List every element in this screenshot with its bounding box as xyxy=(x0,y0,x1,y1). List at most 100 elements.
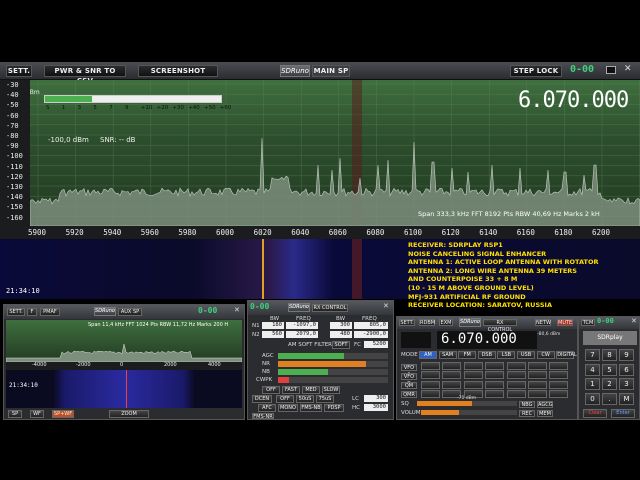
soft-button[interactable]: SOFT xyxy=(332,341,350,349)
filter-preset-button[interactable] xyxy=(485,390,505,399)
notch2-freq[interactable]: 2079,0 xyxy=(286,331,318,338)
mem-button[interactable]: MEM xyxy=(537,410,553,417)
filter-preset-button[interactable] xyxy=(463,380,483,389)
filter-preset-button[interactable] xyxy=(528,371,547,380)
mode-button[interactable]: DSB xyxy=(477,351,496,359)
aux-spwf-button[interactable]: SP+WF xyxy=(52,410,74,418)
screenshot-button[interactable]: SCREENSHOT xyxy=(138,65,218,77)
minimize-icon[interactable] xyxy=(606,66,616,74)
filter-preset-button[interactable] xyxy=(442,380,462,389)
aux-pmaf-button[interactable]: PMAF xyxy=(40,308,60,316)
aux-zoom-control[interactable]: ZOOM xyxy=(109,410,149,418)
fmsnb-button[interactable]: FMS-NB xyxy=(300,404,322,412)
afc-button[interactable]: AFC xyxy=(258,404,276,412)
notch2-freq-2[interactable]: -2900,0 xyxy=(354,331,388,338)
vfob-button[interactable]: VFO B xyxy=(401,373,417,387)
filter-preset-button[interactable] xyxy=(528,362,547,370)
aux-waterfall[interactable]: 21:34:10 xyxy=(6,370,242,408)
mode-button[interactable]: AM xyxy=(419,351,437,359)
filter-preset-button[interactable] xyxy=(421,362,440,370)
notch1-bw[interactable]: 180 xyxy=(262,322,284,329)
mode-button[interactable]: LSB xyxy=(497,351,516,359)
filter-preset-button[interactable] xyxy=(506,390,526,399)
keypad-key[interactable]: 5 xyxy=(602,363,617,376)
volume-slider[interactable] xyxy=(421,410,517,415)
filter-preset-button[interactable] xyxy=(442,362,462,370)
netw-button[interactable]: NETW xyxy=(535,319,551,326)
filter-preset-button[interactable] xyxy=(506,380,526,389)
keypad-key[interactable]: 8 xyxy=(602,349,617,361)
keypad-key[interactable]: 1 xyxy=(585,378,600,390)
notch1-bw-2[interactable]: 300 xyxy=(330,322,352,329)
filter-preset-button[interactable] xyxy=(463,371,483,380)
filter-preset-button[interactable] xyxy=(485,362,505,370)
filter-preset-button[interactable] xyxy=(549,371,569,380)
main-frequency-display[interactable]: 6.070.000 xyxy=(518,88,629,113)
keypad-key[interactable]: . xyxy=(602,392,617,405)
settings-button[interactable]: SETT. xyxy=(6,65,32,77)
spectrum-display[interactable]: dBm S 1 3 5 7 9 +10 +20 +30 +40 +50 +60 -100,0 dBm … xyxy=(0,80,640,226)
nbg-button[interactable]: NBG xyxy=(519,401,535,408)
keypad-key[interactable]: 3 xyxy=(619,378,634,390)
rsp-frequency-display[interactable]: 6.070.000 xyxy=(437,331,537,349)
aux-wf-button[interactable]: WF xyxy=(30,410,44,418)
filter-preset-button[interactable] xyxy=(549,380,569,389)
filter-preset-button[interactable] xyxy=(549,390,569,399)
rsp-settings-button[interactable]: SETT. xyxy=(399,319,415,326)
hc-value[interactable]: 3000 xyxy=(364,404,388,411)
agc-med-button[interactable]: MED xyxy=(302,386,320,394)
exm-button[interactable]: EXM xyxy=(439,319,453,326)
agc-slider[interactable] xyxy=(278,353,388,359)
agc-off-button[interactable]: OFF xyxy=(262,386,280,394)
nb-slider[interactable] xyxy=(278,369,388,375)
keypad-key[interactable]: 9 xyxy=(619,349,634,361)
filter-preset-button[interactable] xyxy=(485,380,505,389)
keypad-key[interactable]: 4 xyxy=(585,363,600,376)
filter-preset-button[interactable] xyxy=(463,362,483,370)
deemph-off-button[interactable]: OFF xyxy=(276,395,294,403)
dcen-button[interactable]: DCEN xyxy=(252,395,272,403)
lc-value[interactable]: 300 xyxy=(364,395,388,402)
keypad-key[interactable]: 6 xyxy=(619,363,634,376)
keypad-key[interactable]: 0 xyxy=(585,392,600,405)
qmr-button[interactable]: QMR xyxy=(401,391,417,398)
notch2-bw-2[interactable]: 480 xyxy=(330,331,352,338)
filter-preset-button[interactable] xyxy=(421,380,440,389)
keypad-key[interactable]: M xyxy=(619,392,634,405)
deemph-50-button[interactable]: 50uS xyxy=(296,395,314,403)
nr-slider[interactable] xyxy=(278,361,388,367)
filter-preset-button[interactable] xyxy=(421,390,440,399)
mode-button[interactable]: FM xyxy=(458,351,477,359)
filter-preset-button[interactable] xyxy=(506,362,526,370)
step-lock-button[interactable]: STEP LOCK xyxy=(510,65,562,77)
filter-preset-button[interactable] xyxy=(549,362,569,370)
qm-button[interactable]: QM xyxy=(401,382,417,389)
notch1-freq[interactable]: -1097,0 xyxy=(286,322,318,329)
aux-f-button[interactable]: F xyxy=(27,308,37,316)
agc-fast-button[interactable]: FAST xyxy=(282,386,300,394)
agcg-button[interactable]: AGCG xyxy=(537,401,553,408)
aux-spectrum[interactable]: Span 11,4 kHz FFT 1024 Pts RBW 11,72 Hz … xyxy=(6,320,242,362)
filter-preset-button[interactable] xyxy=(442,371,462,380)
keypad-key[interactable]: 7 xyxy=(585,349,600,361)
mute-button[interactable]: MUTE xyxy=(557,319,573,326)
tcm-button[interactable]: TCM xyxy=(581,319,595,326)
rdbm-button[interactable]: RDBM xyxy=(419,319,435,326)
vfoa-button[interactable]: VFO A xyxy=(401,364,417,378)
mode-button[interactable]: SAM xyxy=(438,351,457,359)
filter-preset-button[interactable] xyxy=(528,390,547,399)
filter-preset-button[interactable] xyxy=(485,371,505,380)
mode-button[interactable]: CW xyxy=(536,351,555,359)
agc-slow-button[interactable]: SLOW xyxy=(322,386,340,394)
pwr-snr-csv-button[interactable]: PWR & SNR TO CSV xyxy=(44,65,126,85)
enter-button[interactable]: Enter xyxy=(611,409,635,418)
cwpk-slider[interactable] xyxy=(278,377,388,383)
rx-close-icon[interactable]: ✕ xyxy=(383,302,389,310)
mode-button[interactable]: USB xyxy=(517,351,535,359)
filter-preset-button[interactable] xyxy=(528,380,547,389)
filter-preset-button[interactable] xyxy=(506,371,526,380)
aux-settings-button[interactable]: SETT. xyxy=(7,308,25,316)
pdsp-button[interactable]: PDSP xyxy=(324,404,344,412)
clear-button[interactable]: Clear xyxy=(583,409,607,418)
mono-button[interactable]: MONO xyxy=(278,404,298,412)
